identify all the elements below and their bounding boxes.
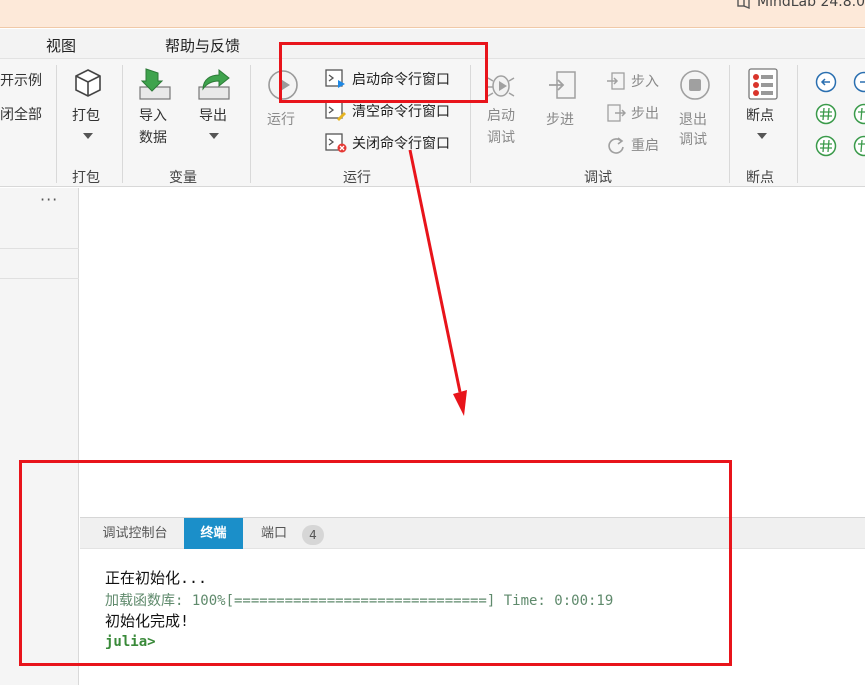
exit-debug-line1: 退出 [679,112,707,128]
breakpoints-list-icon [748,68,778,100]
menu-help-feedback[interactable]: 帮助与反馈 [165,35,240,56]
more-options-icon[interactable]: ··· [40,190,58,209]
group-label-package: 打包 [72,170,100,186]
panel-divider [0,248,79,249]
chevron-down-icon [83,133,93,139]
annotation-highlight-box [19,460,732,666]
export-icon [198,68,230,100]
group-label-breakpoints: 断点 [746,170,774,186]
panel-divider [0,278,79,279]
group-label-variables: 变量 [169,170,197,186]
clear-terminal-button[interactable]: 清空命令行窗口 [325,101,450,121]
menu-view[interactable]: 视图 [46,35,76,56]
package-icon [75,69,101,97]
step-icon [549,71,576,99]
hash-circle-icon[interactable] [815,103,837,125]
restart-button[interactable]: 重启 [606,135,659,155]
import-label-line1: 导入 [139,108,167,124]
close-terminal-button[interactable]: 关闭命令行窗口 [325,133,450,153]
stop-icon [680,70,710,100]
exit-debug-line2: 调试 [679,132,707,148]
import-icon [139,68,171,100]
clear-terminal-label: 清空命令行窗口 [352,104,450,120]
ribbon-separator [56,65,57,183]
open-examples-button[interactable]: 开示例 [0,71,42,91]
title-bar: MindLab 24.8.0 [0,0,865,28]
bug-play-icon [487,75,515,97]
close-all-button[interactable]: 闭全部 [0,105,42,125]
restart-label: 重启 [631,138,659,154]
import-label-line2: 数据 [139,130,167,146]
close-terminal-label: 关闭命令行窗口 [352,136,450,152]
package-button-label: 打包 [72,108,100,124]
annotation-highlight-box [279,42,488,103]
hash-circle-icon[interactable] [853,103,865,125]
step-in-button[interactable]: 步入 [606,71,659,91]
chevron-down-icon [757,133,767,139]
ribbon-separator [797,65,798,183]
app-logo-icon [737,0,750,9]
arrow-right-circle-icon[interactable] [853,71,865,93]
group-label-run: 运行 [343,170,371,186]
step-out-icon [607,104,626,122]
hash-slash-circle-icon[interactable] [815,135,837,157]
ribbon-separator [122,65,123,183]
terminal-clear-icon [325,101,346,121]
app-title: MindLab 24.8.0 [737,0,865,10]
export-button-label: 导出 [199,108,227,124]
group-label-debug: 调试 [584,170,612,186]
step-in-icon [607,72,625,90]
terminal-close-icon [325,133,347,153]
hash-circle-icon[interactable] [853,135,865,157]
start-debug-line2: 调试 [487,130,515,146]
ribbon-separator [250,65,251,183]
step-out-button[interactable]: 步出 [606,103,659,123]
arrow-left-circle-icon[interactable] [815,71,837,93]
restart-icon [608,137,624,154]
ribbon-separator [729,65,730,183]
step-out-label: 步出 [631,106,659,122]
start-debug-line1: 启动 [487,108,515,124]
step-button-label: 步进 [546,112,574,128]
chevron-down-icon [209,133,219,139]
app-title-text: MindLab 24.8.0 [757,0,865,10]
run-button-label: 运行 [267,112,295,128]
breakpoints-button-label: 断点 [746,108,774,124]
step-in-label: 步入 [631,74,659,90]
